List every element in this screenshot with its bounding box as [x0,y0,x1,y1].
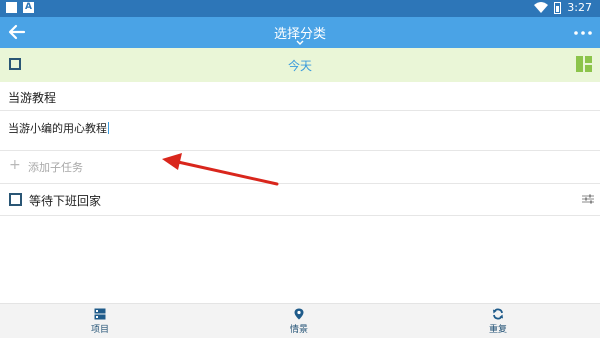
task-checkbox[interactable] [9,193,22,206]
task-note[interactable]: 当游小编的用心教程 [8,120,109,136]
nav-label-context: 情景 [289,325,308,335]
app-bar: 选择分类 [0,17,600,48]
nav-item-project[interactable]: 项目 [70,308,130,335]
task-row[interactable]: 等待下班回家 [0,185,600,215]
plus-icon: + [9,157,21,173]
nav-item-repeat[interactable]: 重复 [468,308,528,335]
nav-label-repeat: 重复 [488,325,507,335]
status-right-icons: 3:27 [534,1,592,14]
task-note-text: 当游小编的用心教程 [8,122,107,135]
notification-square-icon [6,2,17,13]
nav-label-project: 项目 [90,325,109,335]
divider [0,215,600,216]
task-title[interactable]: 当游教程 [8,89,56,106]
sliders-icon[interactable] [582,194,594,204]
project-list-icon [94,308,106,320]
add-subtask-label: 添加子任务 [28,161,83,174]
divider [0,183,600,184]
add-subtask-row[interactable]: + 添加子任务 [0,150,600,182]
repeat-icon [493,308,503,320]
task-label[interactable]: 等待下班回家 [29,192,101,209]
nav-item-context[interactable]: 情景 [269,308,329,335]
more-dots-icon[interactable] [572,23,594,43]
wifi-icon [534,2,549,13]
board-view-icon[interactable] [576,56,592,72]
chevron-down-icon[interactable] [294,39,306,47]
status-left-icons: A [6,2,34,13]
today-category-row: 今天 [0,48,600,82]
text-caret [108,122,109,134]
status-time: 3:27 [567,1,592,14]
battery-icon [554,1,562,14]
status-bar: A 3:27 [0,0,600,17]
location-pin-icon [294,308,304,320]
a-notification-icon: A [23,2,34,13]
today-label[interactable]: 今天 [0,57,600,74]
bottom-navigation: 项目 情景 重复 [0,303,600,338]
divider [0,110,600,111]
